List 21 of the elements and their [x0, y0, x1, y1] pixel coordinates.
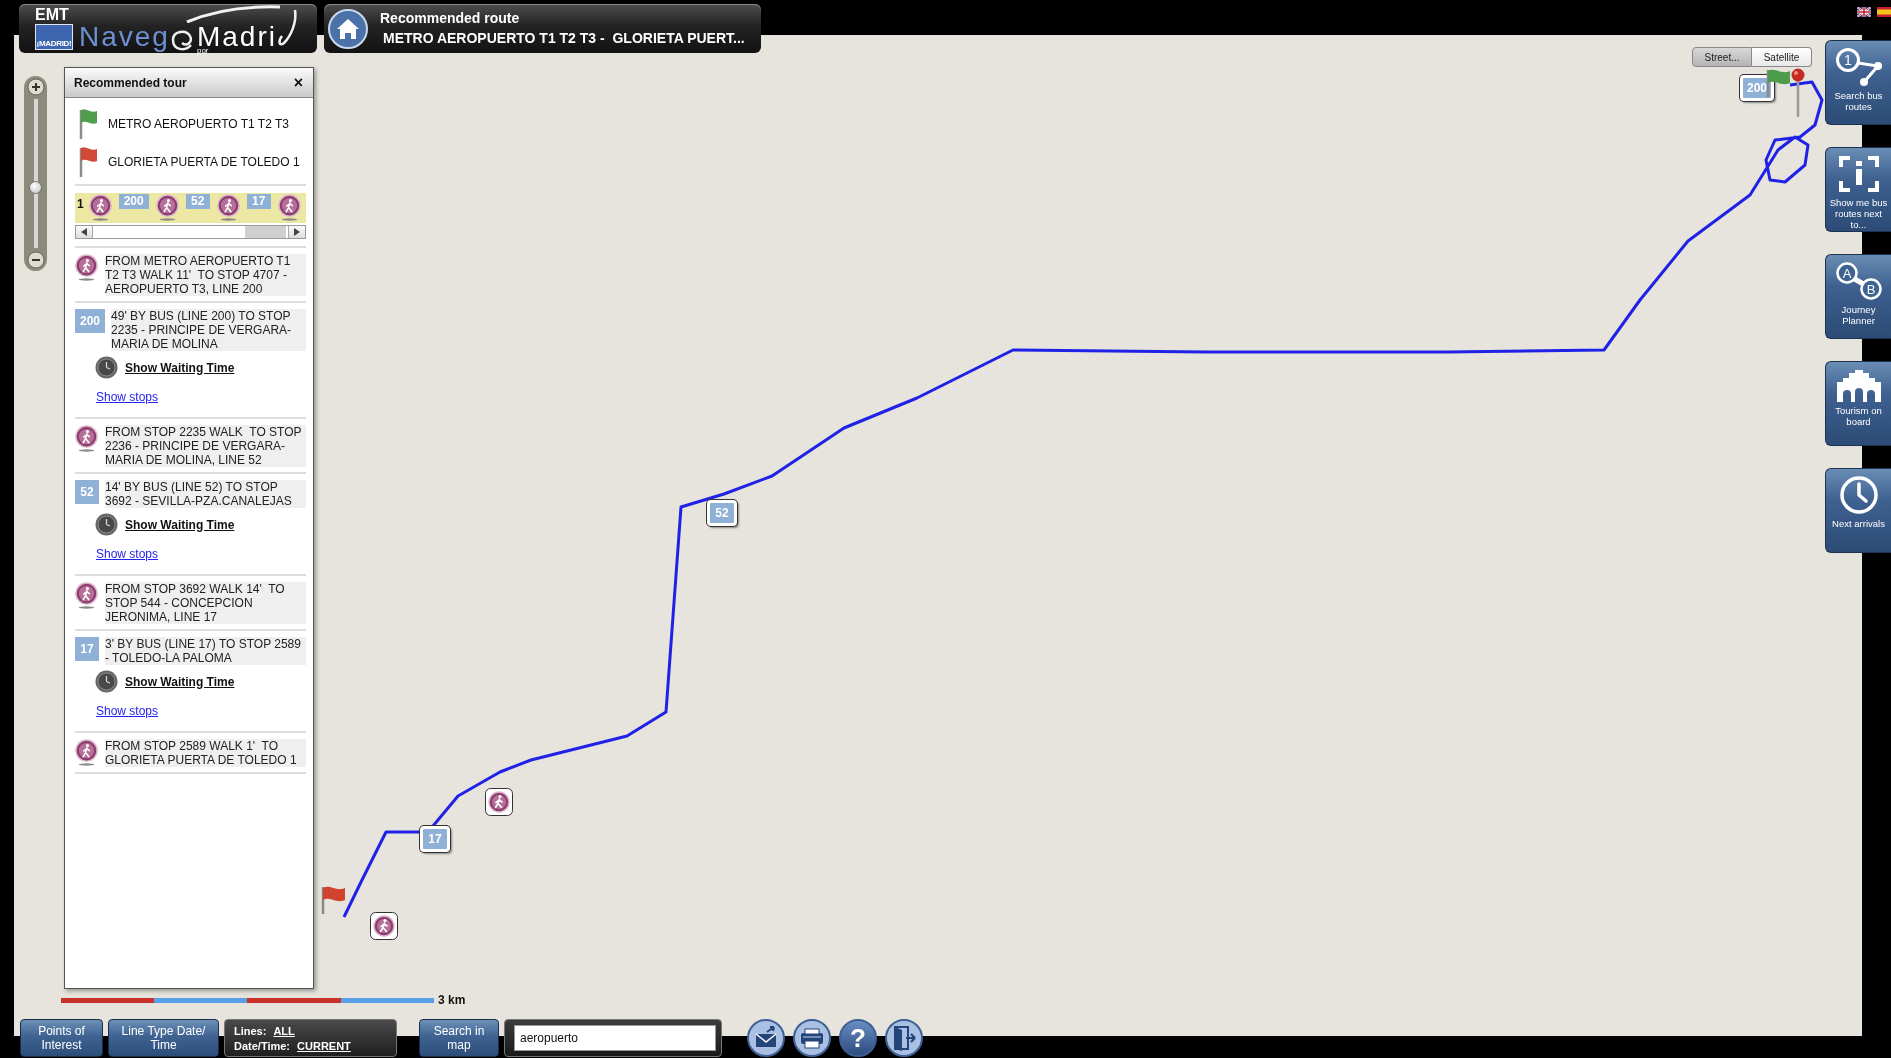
step-text: 49' BY BUS (LINE 200) TO STOP 2235 - PRINCIPE DE VERGARA-MARIA DE MOLINA [111, 309, 306, 351]
line-badge: 17 [75, 637, 99, 661]
logo-text: por [196, 47, 210, 54]
line-badge: 200 [75, 309, 106, 333]
step-text: 3' BY BUS (LINE 17) TO STOP 2589 - TOLEDO-LA PALOMA [105, 637, 306, 665]
city-badge: ¡MADRID! [35, 24, 73, 50]
filter-label: Lines: [234, 1024, 267, 1037]
step-text: FROM STOP 2235 WALK TO STOP 2236 - PRINCIPE DE VERGARA-MARIA DE MOLINA, LINE 52 [105, 425, 306, 467]
filter-label: Date/Time: [234, 1039, 291, 1052]
leg-number: 1 [77, 197, 84, 211]
endpoint-label: GLORIETA PUERTA DE TOLEDO 1 [108, 154, 300, 169]
scale-label: 3 km [438, 993, 466, 1007]
banner-title: Recommended route [380, 10, 521, 27]
line-badge: 52 [75, 480, 99, 504]
step-text: FROM STOP 3692 WALK 14' TO STOP 544 - CONCEPCION JERONIMA, LINE 17 [105, 582, 306, 624]
step-text: FROM METRO AEROPUERTO T1 T2 T3 WALK 11' TO STOP 4707 - AEROPUERTO T3, LINE 200 [105, 254, 306, 296]
step-text: FROM STOP 2589 WALK 1' TO GLORIETA PUERTA DE TOLEDO 1 [105, 739, 306, 767]
dialog-title: Recommended tour [74, 75, 187, 90]
endpoint-label: METRO AEROPUERTO T1 T2 T3 [108, 116, 289, 131]
step-text: 14' BY BUS (LINE 52) TO STOP 3692 - SEVILLA-PZA.CANALEJAS [105, 480, 306, 508]
logo-text: EMT [35, 7, 69, 23]
